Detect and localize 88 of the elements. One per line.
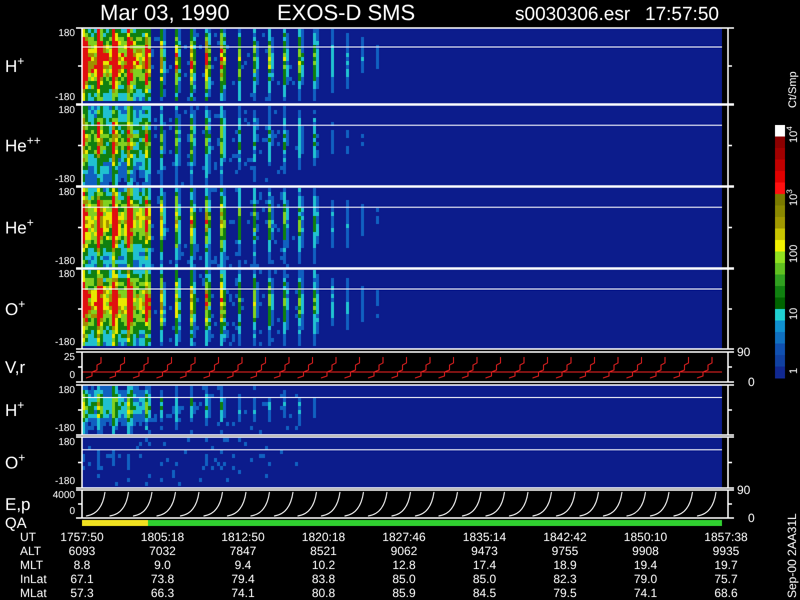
axis-tick-label: -180 bbox=[54, 423, 75, 434]
table-value: 19.4 bbox=[634, 558, 658, 572]
axis-tick-label: 90 bbox=[737, 345, 750, 359]
table-value: 9.0 bbox=[154, 558, 171, 572]
table-value: 74.1 bbox=[231, 586, 255, 600]
table-value: 85.0 bbox=[392, 572, 416, 586]
panel-label: V,r bbox=[5, 358, 26, 377]
table-value: 9062 bbox=[390, 544, 418, 558]
qa-label: QA bbox=[5, 515, 27, 532]
table-value: 12.8 bbox=[392, 558, 416, 572]
table-value: 1835:14 bbox=[462, 530, 506, 544]
table-value: 18.9 bbox=[553, 558, 577, 572]
table-value: 10.2 bbox=[312, 558, 336, 572]
table-value: 1850:10 bbox=[624, 530, 668, 544]
axis-tick-label: -180 bbox=[54, 256, 75, 267]
table-value: 7847 bbox=[230, 544, 256, 558]
row-label: MLat bbox=[20, 586, 47, 600]
table-value: 9908 bbox=[632, 544, 659, 558]
table-value: 8.8 bbox=[74, 558, 90, 572]
axis-tick-label: 90 bbox=[737, 483, 750, 497]
row-label: MLT bbox=[20, 558, 44, 572]
axis-tick-label: 0 bbox=[748, 375, 755, 389]
table-value: 1827:46 bbox=[382, 530, 426, 544]
axis-tick-label: -180 bbox=[54, 92, 75, 103]
table-value: 67.1 bbox=[70, 572, 94, 586]
table-value: 7032 bbox=[149, 544, 176, 558]
colorbar-tick-label: 10 bbox=[788, 308, 800, 320]
table-value: 79.5 bbox=[553, 586, 577, 600]
table-value: 79.4 bbox=[231, 572, 255, 586]
row-label: UT bbox=[20, 530, 36, 544]
axis-tick-label: 180 bbox=[58, 105, 75, 116]
axis-tick-label: -180 bbox=[54, 337, 75, 348]
start-time: 17:57:50 bbox=[645, 4, 719, 25]
row-label: InLat bbox=[20, 572, 47, 586]
table-value: 66.3 bbox=[150, 586, 174, 600]
axis-tick-label: 0 bbox=[69, 370, 75, 381]
axis-tick-label: -180 bbox=[54, 174, 75, 185]
table-value: 1757:50 bbox=[60, 530, 104, 544]
table-value: 85.9 bbox=[392, 586, 416, 600]
table-value: 83.8 bbox=[312, 572, 336, 586]
table-value: 1805:18 bbox=[140, 530, 184, 544]
panel-label: O$^{+}$ bbox=[5, 297, 26, 319]
table-value: 17.4 bbox=[472, 558, 496, 572]
table-value: 68.6 bbox=[714, 586, 738, 600]
axis-tick-label: 180 bbox=[58, 437, 75, 448]
table-value: 1820:18 bbox=[302, 530, 346, 544]
file-name: s0030306.esr bbox=[515, 4, 630, 25]
table-value: 73.8 bbox=[150, 572, 174, 586]
table-value: 74.1 bbox=[634, 586, 658, 600]
table-value: 1812:50 bbox=[221, 530, 265, 544]
panel-label: H$^{+}$ bbox=[5, 54, 24, 76]
panel-label: H$^{+}$ bbox=[5, 398, 24, 420]
panel-label: O$^{+}$ bbox=[5, 450, 26, 472]
row-label: ALT bbox=[20, 544, 42, 558]
axis-tick-label: -180 bbox=[54, 476, 75, 487]
table-value: 79.0 bbox=[634, 572, 658, 586]
table-value: 19.7 bbox=[714, 558, 738, 572]
panel-label: He$^{++}$ bbox=[5, 134, 41, 156]
colorbar-unit: Ct/Smp bbox=[787, 71, 799, 108]
colorbar-tick-label: 100 bbox=[788, 244, 800, 263]
instrument-name: EXOS-D SMS bbox=[277, 0, 416, 25]
panel-label: E,p bbox=[5, 495, 31, 514]
table-value: 84.5 bbox=[472, 586, 496, 600]
axis-tick-label: 4000 bbox=[52, 490, 75, 501]
axis-tick-label: 0 bbox=[69, 506, 75, 517]
table-value: 1857:38 bbox=[704, 530, 748, 544]
axis-tick-label: 25 bbox=[64, 352, 75, 363]
table-value: 85.0 bbox=[472, 572, 496, 586]
table-value: 1842:42 bbox=[543, 530, 587, 544]
axis-tick-label: 180 bbox=[58, 187, 75, 198]
axis-tick-label: 180 bbox=[58, 28, 75, 39]
table-value: 6093 bbox=[68, 544, 96, 558]
table-value: 9755 bbox=[552, 544, 578, 558]
panel-label: He$^{+}$ bbox=[5, 216, 34, 238]
plot-date: Mar 03, 1990 bbox=[100, 0, 230, 25]
footer-code: Sep-00 2AA31L bbox=[785, 513, 799, 598]
table-value: 8521 bbox=[310, 544, 337, 558]
table-value: 80.8 bbox=[312, 586, 336, 600]
axis-tick-label: 180 bbox=[58, 269, 75, 280]
axis-tick-label: 180 bbox=[58, 385, 75, 396]
table-value: 75.7 bbox=[714, 572, 738, 586]
table-value: 9935 bbox=[712, 544, 740, 558]
table-value: 82.3 bbox=[553, 572, 577, 586]
table-value: 9473 bbox=[471, 544, 498, 558]
axis-tick-label: 0 bbox=[748, 511, 755, 525]
colorbar-tick-label: 1 bbox=[788, 368, 800, 374]
table-value: 57.3 bbox=[70, 586, 94, 600]
table-value: 9.4 bbox=[234, 558, 252, 572]
